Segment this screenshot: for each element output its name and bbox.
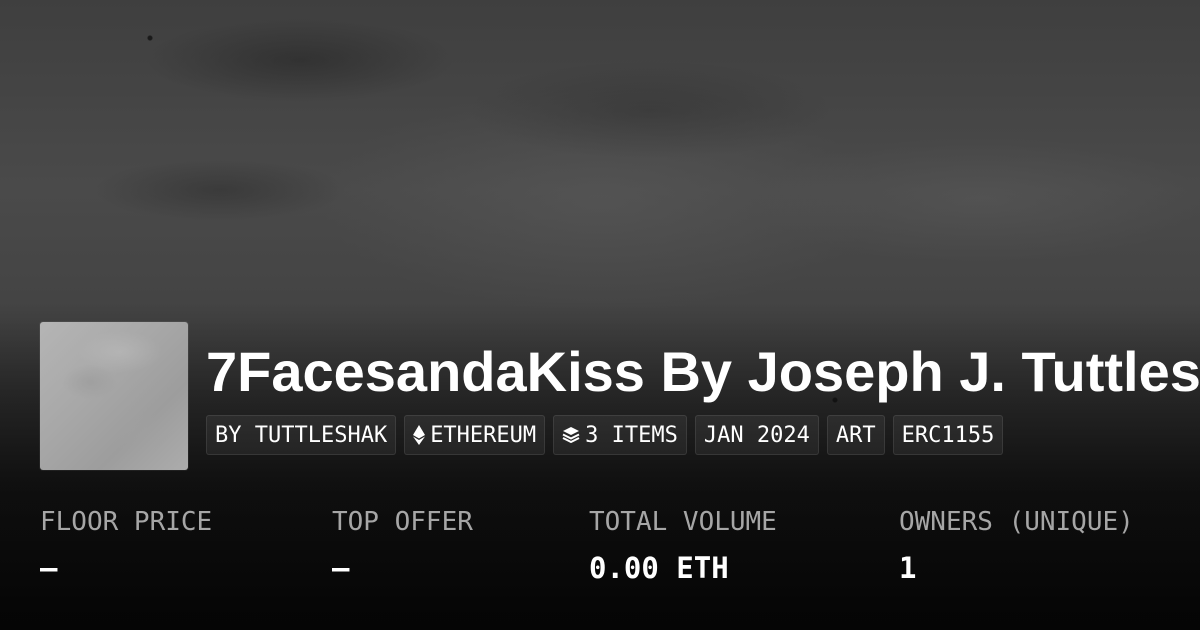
collection-tags: BY TUTTLESHAK ETHEREUM 3 ITEMS JAN 2024 …	[206, 415, 1004, 455]
ethereum-icon	[413, 425, 426, 445]
tag-standard-label: ERC1155	[901, 422, 995, 448]
stat-top-offer-value: —	[332, 551, 350, 585]
tag-creator: BY TUTTLESHAK	[206, 415, 397, 455]
stat-total-volume-label: TOTAL VOLUME	[589, 507, 777, 537]
stat-floor-price: FLOOR PRICE —	[40, 500, 212, 592]
tag-date-label: JAN 2024	[703, 422, 810, 448]
stat-floor-price-label: FLOOR PRICE	[40, 507, 213, 537]
tag-creator-label: BY TUTTLESHAK	[215, 422, 388, 448]
tag-standard: ERC1155	[892, 415, 1004, 455]
stat-owners: OWNERS (UNIQUE) 1	[899, 500, 1134, 592]
stat-floor-price-value: —	[40, 551, 58, 585]
stat-top-offer-label: TOP OFFER	[332, 507, 473, 537]
stat-total-volume: TOTAL VOLUME 0.00 ETH	[589, 500, 777, 592]
collection-stats: FLOOR PRICE — TOP OFFER — TOTAL VOLUME 0…	[0, 500, 1200, 600]
collection-preview-card: 7FacesandaKiss By Joseph J. Tuttleshak B…	[0, 0, 1200, 630]
tag-date: JAN 2024	[694, 415, 819, 455]
stat-total-volume-value: 0.00 ETH	[589, 551, 729, 585]
tag-items: 3 ITEMS	[553, 415, 687, 455]
stat-top-offer: TOP OFFER —	[332, 500, 473, 592]
collection-title: 7FacesandaKiss By Joseph J. Tuttleshak	[206, 340, 1200, 403]
tag-chain: ETHEREUM	[404, 415, 546, 455]
stat-owners-label: OWNERS (UNIQUE)	[899, 507, 1134, 537]
tag-category: ART	[826, 415, 885, 455]
tag-chain-label: ETHEREUM	[430, 422, 537, 448]
layers-icon	[562, 426, 580, 444]
tag-items-label: 3 ITEMS	[585, 422, 678, 448]
tag-category-label: ART	[835, 422, 876, 448]
stat-owners-value: 1	[899, 551, 917, 585]
collection-avatar	[40, 322, 188, 470]
